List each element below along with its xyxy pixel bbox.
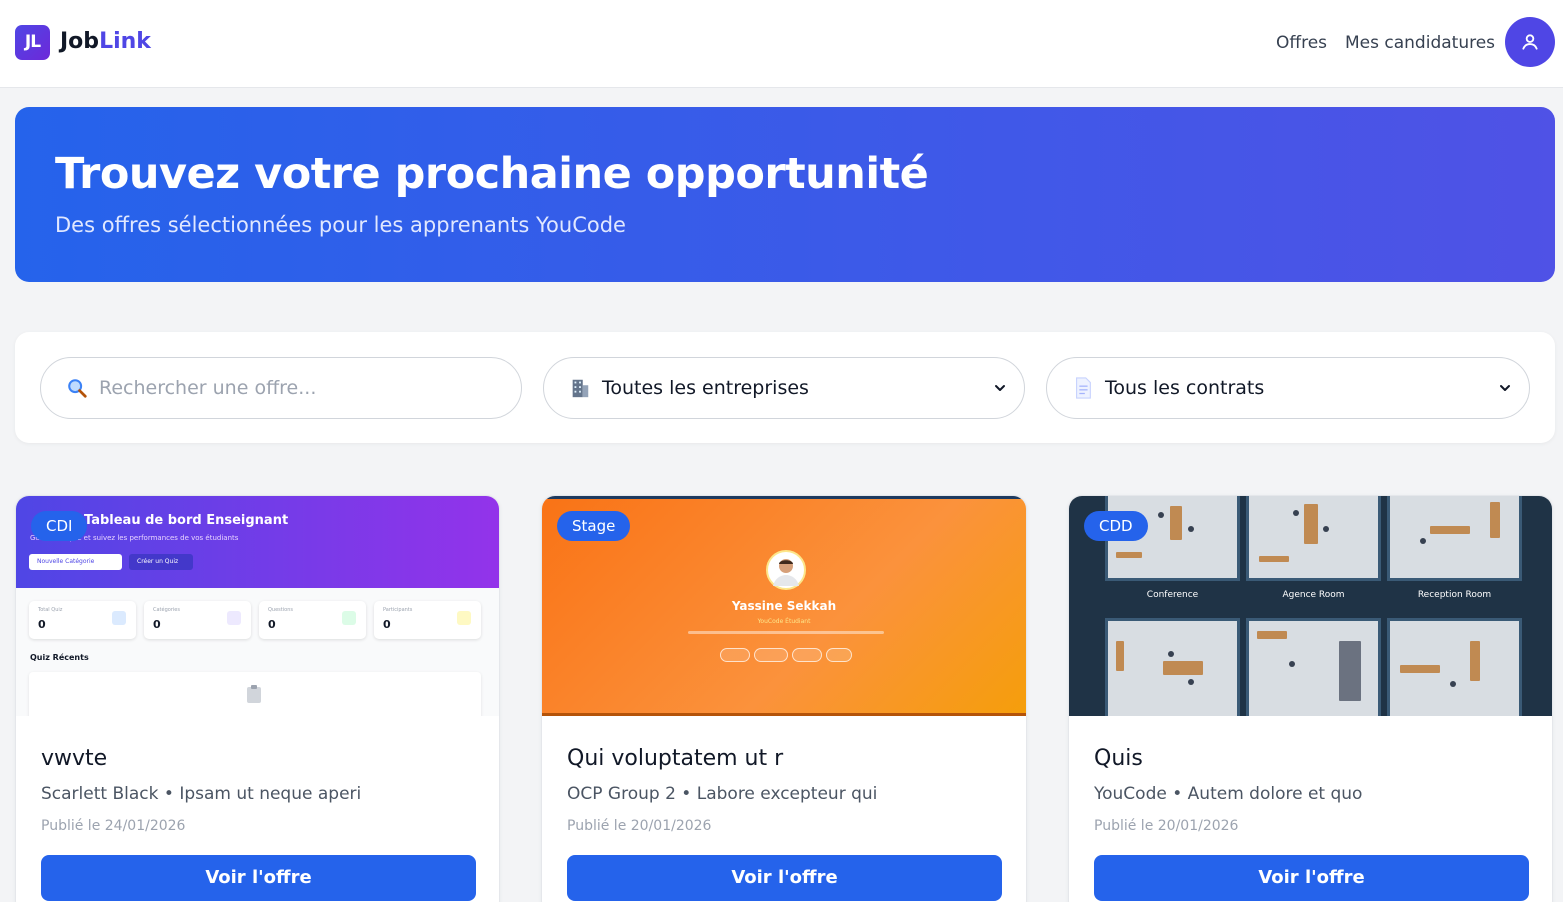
offer-meta: YouCode • Autem dolore et quo xyxy=(1094,784,1363,804)
contract-badge: CDD xyxy=(1084,511,1148,541)
thumb-stat-icon xyxy=(227,611,241,625)
nav-link-candidatures[interactable]: Mes candidatures xyxy=(1345,33,1495,53)
search-icon xyxy=(65,376,89,400)
thumb-room xyxy=(1246,496,1381,581)
offer-location: Labore excepteur qui xyxy=(696,784,878,804)
thumb-new-category-button: Nouvelle Catégorie xyxy=(29,554,122,570)
thumb-dashboard-title: Tableau de bord Enseignant xyxy=(84,513,289,528)
search-input[interactable]: Rechercher une offre... xyxy=(40,357,522,419)
offer-card[interactable]: Tableau de bord Enseignant Gérez vos qui… xyxy=(15,495,500,902)
chevron-down-icon xyxy=(995,385,1005,391)
thumb-profile-link xyxy=(754,648,788,662)
thumb-room-label: Conference xyxy=(1146,590,1199,600)
hero-banner: Trouvez votre prochaine opportunité Des … xyxy=(15,107,1555,282)
building-icon xyxy=(568,376,592,400)
thumb-profile-link xyxy=(826,648,852,662)
thumb-stat-label: Total Quiz xyxy=(38,607,63,613)
thumb-recent-panel xyxy=(29,672,481,716)
offer-title[interactable]: vwvte xyxy=(41,746,107,771)
company-select-value: Toutes les entreprises xyxy=(602,377,809,399)
offer-date: Publié le 20/01/2026 xyxy=(1094,818,1239,834)
clipboard-icon xyxy=(247,685,261,703)
search-placeholder: Rechercher une offre... xyxy=(99,377,317,399)
thumb-room xyxy=(1387,618,1522,716)
offer-thumbnail: Tableau de bord Enseignant Gérez vos qui… xyxy=(16,496,499,716)
thumb-stat-card: Total Quiz 0 xyxy=(29,601,136,639)
thumb-stat-icon xyxy=(342,611,356,625)
view-offer-button[interactable]: Voir l'offre xyxy=(41,855,476,901)
top-navbar: JL JobLink Offres Mes candidatures xyxy=(0,0,1563,88)
offer-date: Publié le 20/01/2026 xyxy=(567,818,712,834)
offer-location: Autem dolore et quo xyxy=(1187,784,1363,804)
contract-badge: CDI xyxy=(31,511,88,541)
thumb-profile-link xyxy=(792,648,822,662)
offer-company: Scarlett Black xyxy=(41,784,159,804)
contract-select-value: Tous les contrats xyxy=(1105,377,1265,399)
brand-name[interactable]: JobLink xyxy=(60,29,151,54)
hero-subtitle: Des offres sélectionnées pour les appren… xyxy=(55,213,626,237)
chevron-down-icon xyxy=(1500,385,1510,391)
user-icon xyxy=(1522,34,1538,50)
filters-panel: Rechercher une offre... Toutes les entre… xyxy=(15,332,1555,443)
thumb-profile-bio xyxy=(688,631,884,634)
company-select[interactable]: Toutes les entreprises xyxy=(543,357,1025,419)
brand-name-primary: Job xyxy=(60,29,100,54)
view-offer-button[interactable]: Voir l'offre xyxy=(567,855,1002,901)
thumb-room-label: Agence Room xyxy=(1282,590,1345,600)
thumb-room xyxy=(1246,618,1381,716)
logo-mark[interactable]: JL xyxy=(15,25,50,60)
thumb-stat-icon xyxy=(457,611,471,625)
profile-avatar-button[interactable] xyxy=(1505,17,1555,67)
thumb-stat-value: 0 xyxy=(38,618,46,631)
thumb-profile-role: YouCode Étudiant xyxy=(757,618,811,625)
offer-meta: Scarlett Black • Ipsam ut neque aperi xyxy=(41,784,362,804)
offer-title[interactable]: Quis xyxy=(1094,746,1143,771)
thumb-stat-icon xyxy=(112,611,126,625)
offer-title[interactable]: Qui voluptatem ut r xyxy=(567,746,783,771)
offer-meta: OCP Group 2 • Labore excepteur qui xyxy=(567,784,878,804)
contract-select[interactable]: Tous les contrats xyxy=(1046,357,1530,419)
thumb-profile-photo xyxy=(766,550,806,590)
offer-card[interactable]: Conference Agence Room Reception Room CD… xyxy=(1068,495,1553,902)
view-offer-button[interactable]: Voir l'offre xyxy=(1094,855,1529,901)
thumb-profile-link xyxy=(720,648,750,662)
thumb-stat-value: 0 xyxy=(383,618,391,631)
thumb-stat-label: Participants xyxy=(383,607,413,613)
offer-company: OCP Group 2 xyxy=(567,784,676,804)
thumb-stat-card: Questions 0 xyxy=(259,601,366,639)
thumb-stat-value: 0 xyxy=(153,618,161,631)
offer-company: YouCode xyxy=(1094,784,1167,804)
offer-date: Publié le 24/01/2026 xyxy=(41,818,186,834)
contract-badge: Stage xyxy=(557,511,631,541)
hero-title: Trouvez votre prochaine opportunité xyxy=(55,149,929,199)
thumb-create-quiz-button: Créer un Quiz xyxy=(129,554,193,570)
thumb-stat-card: Participants 0 xyxy=(374,601,481,639)
thumb-dashboard-header: Tableau de bord Enseignant Gérez vos qui… xyxy=(16,496,499,588)
thumb-profile-name: Yassine Sekkah xyxy=(731,599,837,613)
thumb-room-label: Reception Room xyxy=(1417,590,1492,600)
offer-card[interactable]: Yassine Sekkah YouCode Étudiant Stage Qu… xyxy=(541,495,1027,902)
thumb-stat-label: Questions xyxy=(268,607,293,613)
thumb-room xyxy=(1105,618,1240,716)
offer-location: Ipsam ut neque aperi xyxy=(179,784,362,804)
thumb-room xyxy=(1387,496,1522,581)
nav-link-offres[interactable]: Offres xyxy=(1276,33,1327,53)
brand-name-accent: Link xyxy=(99,29,151,54)
thumb-stat-label: Catégories xyxy=(153,607,180,613)
thumb-recent-heading: Quiz Récents xyxy=(30,653,89,662)
thumb-stat-value: 0 xyxy=(268,618,276,631)
thumb-stat-card: Catégories 0 xyxy=(144,601,251,639)
document-icon xyxy=(1071,376,1095,400)
person-icon xyxy=(773,559,799,586)
